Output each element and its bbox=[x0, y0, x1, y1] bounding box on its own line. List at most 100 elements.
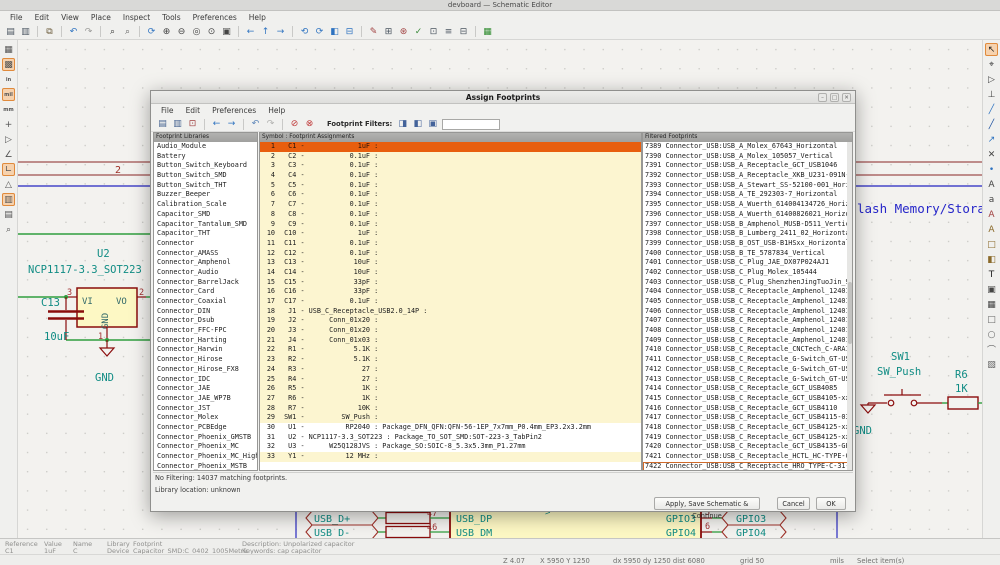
wire-to-bus-entry-icon[interactable]: ↗ bbox=[985, 133, 998, 146]
apply-save-continue-button[interactable]: Apply, Save Schematic & Continue bbox=[654, 497, 760, 510]
next-unassigned-icon[interactable]: → bbox=[225, 118, 238, 131]
library-list-item[interactable]: Connector_JAE bbox=[154, 384, 257, 394]
menu-preferences[interactable]: Preferences bbox=[187, 11, 243, 24]
redo-icon[interactable]: ↷ bbox=[82, 25, 95, 38]
dialog-minimize-button[interactable]: – bbox=[818, 93, 827, 102]
prev-unassigned-icon[interactable]: ← bbox=[210, 118, 223, 131]
symbol-assignment-row[interactable]: 18 J1 - USB_C_Receptacle_USB2.0_14P : bbox=[260, 307, 641, 317]
footprint-list-item[interactable]: 7393 Connector_USB:USB_A_Stewart_SS-5210… bbox=[643, 181, 852, 191]
gnd-symbol-right[interactable]: GND bbox=[853, 403, 875, 437]
symbol-assignment-row[interactable]: 16 C16 - 33pF : bbox=[260, 287, 641, 297]
footprint-list-item[interactable]: 7402 Connector_USB:USB_C_Plug_Molex_1054… bbox=[643, 268, 852, 278]
hier-label-gpio3[interactable]: GPIO3 bbox=[722, 511, 786, 525]
footprint-list-item[interactable]: 7389 Connector_USB:USB_A_Molex_67643_Hor… bbox=[643, 142, 852, 152]
units-mils-icon[interactable]: mil bbox=[2, 88, 15, 101]
menu-edit[interactable]: Edit bbox=[29, 11, 56, 24]
footprint-list-item[interactable]: 7397 Connector_USB:USB_B_Amphenol_MUSB-D… bbox=[643, 220, 852, 230]
footprint-list-item[interactable]: 7398 Connector_USB:USB_B_Lumberg_2411_02… bbox=[643, 229, 852, 239]
dialog-menu-preferences[interactable]: Preferences bbox=[206, 104, 262, 117]
add-hier-label-icon[interactable]: A bbox=[985, 223, 998, 236]
footprint-list-item[interactable]: 7421 Connector_USB:USB_C_Receptacle_HCTL… bbox=[643, 452, 852, 462]
footprint-list-item[interactable]: 7415 Connector_USB:USB_C_Receptacle_GCT_… bbox=[643, 394, 852, 404]
mirror-h-icon[interactable]: ◧ bbox=[328, 25, 341, 38]
symbol-assignment-row[interactable]: 7 C7 - 0.1uF : bbox=[260, 200, 641, 210]
dialog-menu-file[interactable]: File bbox=[155, 104, 180, 117]
hier-label-usb-dplus[interactable]: USB_D+ bbox=[306, 511, 378, 525]
library-list-item[interactable]: Connector_JAE_WP7B bbox=[154, 394, 257, 404]
menu-help[interactable]: Help bbox=[243, 11, 272, 24]
symbol-assignment-row[interactable]: 28 R7 - 10K : bbox=[260, 404, 641, 414]
bom-icon[interactable]: ≡ bbox=[442, 25, 455, 38]
undo-icon[interactable]: ↶ bbox=[249, 118, 262, 131]
symbol-assignment-row[interactable]: 29 SW1 - SW_Push : bbox=[260, 413, 641, 423]
library-list-item[interactable]: Button_Switch_SMD bbox=[154, 171, 257, 181]
nav-forward-icon[interactable]: → bbox=[274, 25, 287, 38]
symbol-assignment-row[interactable]: 6 C6 - 0.1uF : bbox=[260, 190, 641, 200]
refresh-icon[interactable]: ⟳ bbox=[145, 25, 158, 38]
save-icon[interactable]: ▤ bbox=[4, 25, 17, 38]
redo-icon[interactable]: ↷ bbox=[264, 118, 277, 131]
hier-label-usb-dminus[interactable]: USB_D- bbox=[306, 525, 378, 538]
switch-sw1[interactable]: SW1 SW_Push bbox=[868, 351, 942, 406]
find-replace-icon[interactable]: ⌕ bbox=[121, 25, 134, 38]
footprint-list-item[interactable]: 7394 Connector_USB:USB_A_TE_292303-7_Hor… bbox=[643, 190, 852, 200]
footprint-list-item[interactable]: 7412 Connector_USB:USB_C_Receptacle_G-Sw… bbox=[643, 365, 852, 375]
library-list-item[interactable]: Connector_Harting bbox=[154, 336, 257, 346]
symbol-assignment-row[interactable]: 14 C14 - 10uF : bbox=[260, 268, 641, 278]
symbol-assignment-row[interactable]: 4 C4 - 0.1uF : bbox=[260, 171, 641, 181]
rotate-ccw-icon[interactable]: ⟲ bbox=[298, 25, 311, 38]
series-resistors[interactable] bbox=[378, 513, 450, 538]
symbol-assignment-row[interactable]: 33 Y1 - 12 MHz : bbox=[260, 452, 641, 462]
regulator-u2[interactable]: U2 NCP1117-3.3_SOT223 VI VO GND 3 2 1 bbox=[28, 248, 146, 342]
library-list-item[interactable]: Connector_Phoenix_GMSTB bbox=[154, 433, 257, 443]
footprint-list-item[interactable]: 7404 Connector_USB:USB_C_Receptacle_Amph… bbox=[643, 287, 852, 297]
library-list-item[interactable]: Connector_FFC-FPC bbox=[154, 326, 257, 336]
zoom-fit-icon[interactable]: ◎ bbox=[190, 25, 203, 38]
flash-sheet-name[interactable]: lash Memory/Stora bbox=[857, 201, 982, 216]
dialog-titlebar[interactable]: Assign Footprints bbox=[151, 91, 855, 104]
footprint-list-item[interactable]: 7390 Connector_USB:USB_A_Molex_105057_Ve… bbox=[643, 152, 852, 162]
library-list-item[interactable]: Connector_PCBEdge bbox=[154, 423, 257, 433]
footprint-list-item[interactable]: 7392 Connector_USB:USB_A_Receptacle_XKB_… bbox=[643, 171, 852, 181]
symbol-assignment-row[interactable]: 27 R6 - 1K : bbox=[260, 394, 641, 404]
45-angle-icon[interactable]: △ bbox=[2, 178, 15, 191]
footprint-list-item[interactable]: 7418 Connector_USB:USB_C_Receptacle_GCT_… bbox=[643, 423, 852, 433]
library-list-item[interactable]: Connector_Molex bbox=[154, 413, 257, 423]
add-text-icon[interactable]: T bbox=[985, 268, 998, 281]
add-global-label-icon[interactable]: A bbox=[985, 208, 998, 221]
footprint-list-item[interactable]: 7395 Connector_USB:USB_A_Wuerth_61400413… bbox=[643, 200, 852, 210]
footprint-list-item[interactable]: 7422 Connector_USB:USB_C_Receptacle_HRO_… bbox=[643, 462, 852, 470]
footprint-list-item[interactable]: 7416 Connector_USB:USB_C_Receptacle_GCT_… bbox=[643, 404, 852, 414]
highlight-net-icon[interactable]: ⌖ bbox=[985, 58, 998, 71]
dialog-maximize-button[interactable]: □ bbox=[830, 93, 839, 102]
symbol-assignment-row[interactable]: 19 J2 - Conn_01x20 : bbox=[260, 316, 641, 326]
library-list-item[interactable]: Connector_Amphenol bbox=[154, 258, 257, 268]
add-junction-icon[interactable]: • bbox=[985, 163, 998, 176]
library-list-item[interactable]: Connector_IDC bbox=[154, 375, 257, 385]
add-bus-icon[interactable]: ╱ bbox=[985, 118, 998, 131]
footprint-list-item[interactable]: 7406 Connector_USB:USB_C_Receptacle_Amph… bbox=[643, 307, 852, 317]
library-list-item[interactable]: Connector_Card bbox=[154, 287, 257, 297]
grid-overrides-icon[interactable]: ▩ bbox=[2, 58, 15, 71]
resistor-r6[interactable]: R6 1K bbox=[942, 369, 982, 409]
menu-inspect[interactable]: Inspect bbox=[117, 11, 156, 24]
view-footprint-icon[interactable]: ▥ bbox=[171, 118, 184, 131]
delete-all-assignments-icon[interactable]: ⊗ bbox=[303, 118, 316, 131]
add-wire-icon[interactable]: ╱ bbox=[985, 103, 998, 116]
symbol-assignment-row[interactable]: 1 C1 - 1uF : bbox=[260, 142, 641, 152]
window-titlebar[interactable]: devboard — Schematic Editor bbox=[0, 0, 1000, 11]
add-arc-icon[interactable]: ⌒ bbox=[985, 343, 998, 356]
footprint-list-item[interactable]: 7417 Connector_USB:USB_C_Receptacle_GCT_… bbox=[643, 413, 852, 423]
add-net-class-icon[interactable]: a bbox=[985, 193, 998, 206]
zoom-out-icon[interactable]: ⊖ bbox=[175, 25, 188, 38]
footprint-list-item[interactable]: 7396 Connector_USB:USB_A_Wuerth_61400826… bbox=[643, 210, 852, 220]
footprint-list-item[interactable]: 7391 Connector_USB:USB_A_Receptacle_GCT_… bbox=[643, 161, 852, 171]
symbol-assignment-row[interactable]: 3 C3 - 0.1uF : bbox=[260, 161, 641, 171]
library-list-item[interactable]: Connector_Phoenix_MC_HighVo bbox=[154, 452, 257, 462]
footprint-list-item[interactable]: 7409 Connector_USB:USB_C_Receptacle_Amph… bbox=[643, 336, 852, 346]
gnd-symbol-left[interactable]: GND bbox=[95, 340, 114, 384]
paste-icon[interactable]: ⧉ bbox=[43, 25, 56, 38]
footprint-list-item[interactable]: 7405 Connector_USB:USB_C_Receptacle_Amph… bbox=[643, 297, 852, 307]
hv-angle-icon[interactable]: ∟ bbox=[2, 163, 15, 176]
footprint-list-item[interactable]: 7399 Connector_USB:USB_B_OST_USB-B1HSxx_… bbox=[643, 239, 852, 249]
